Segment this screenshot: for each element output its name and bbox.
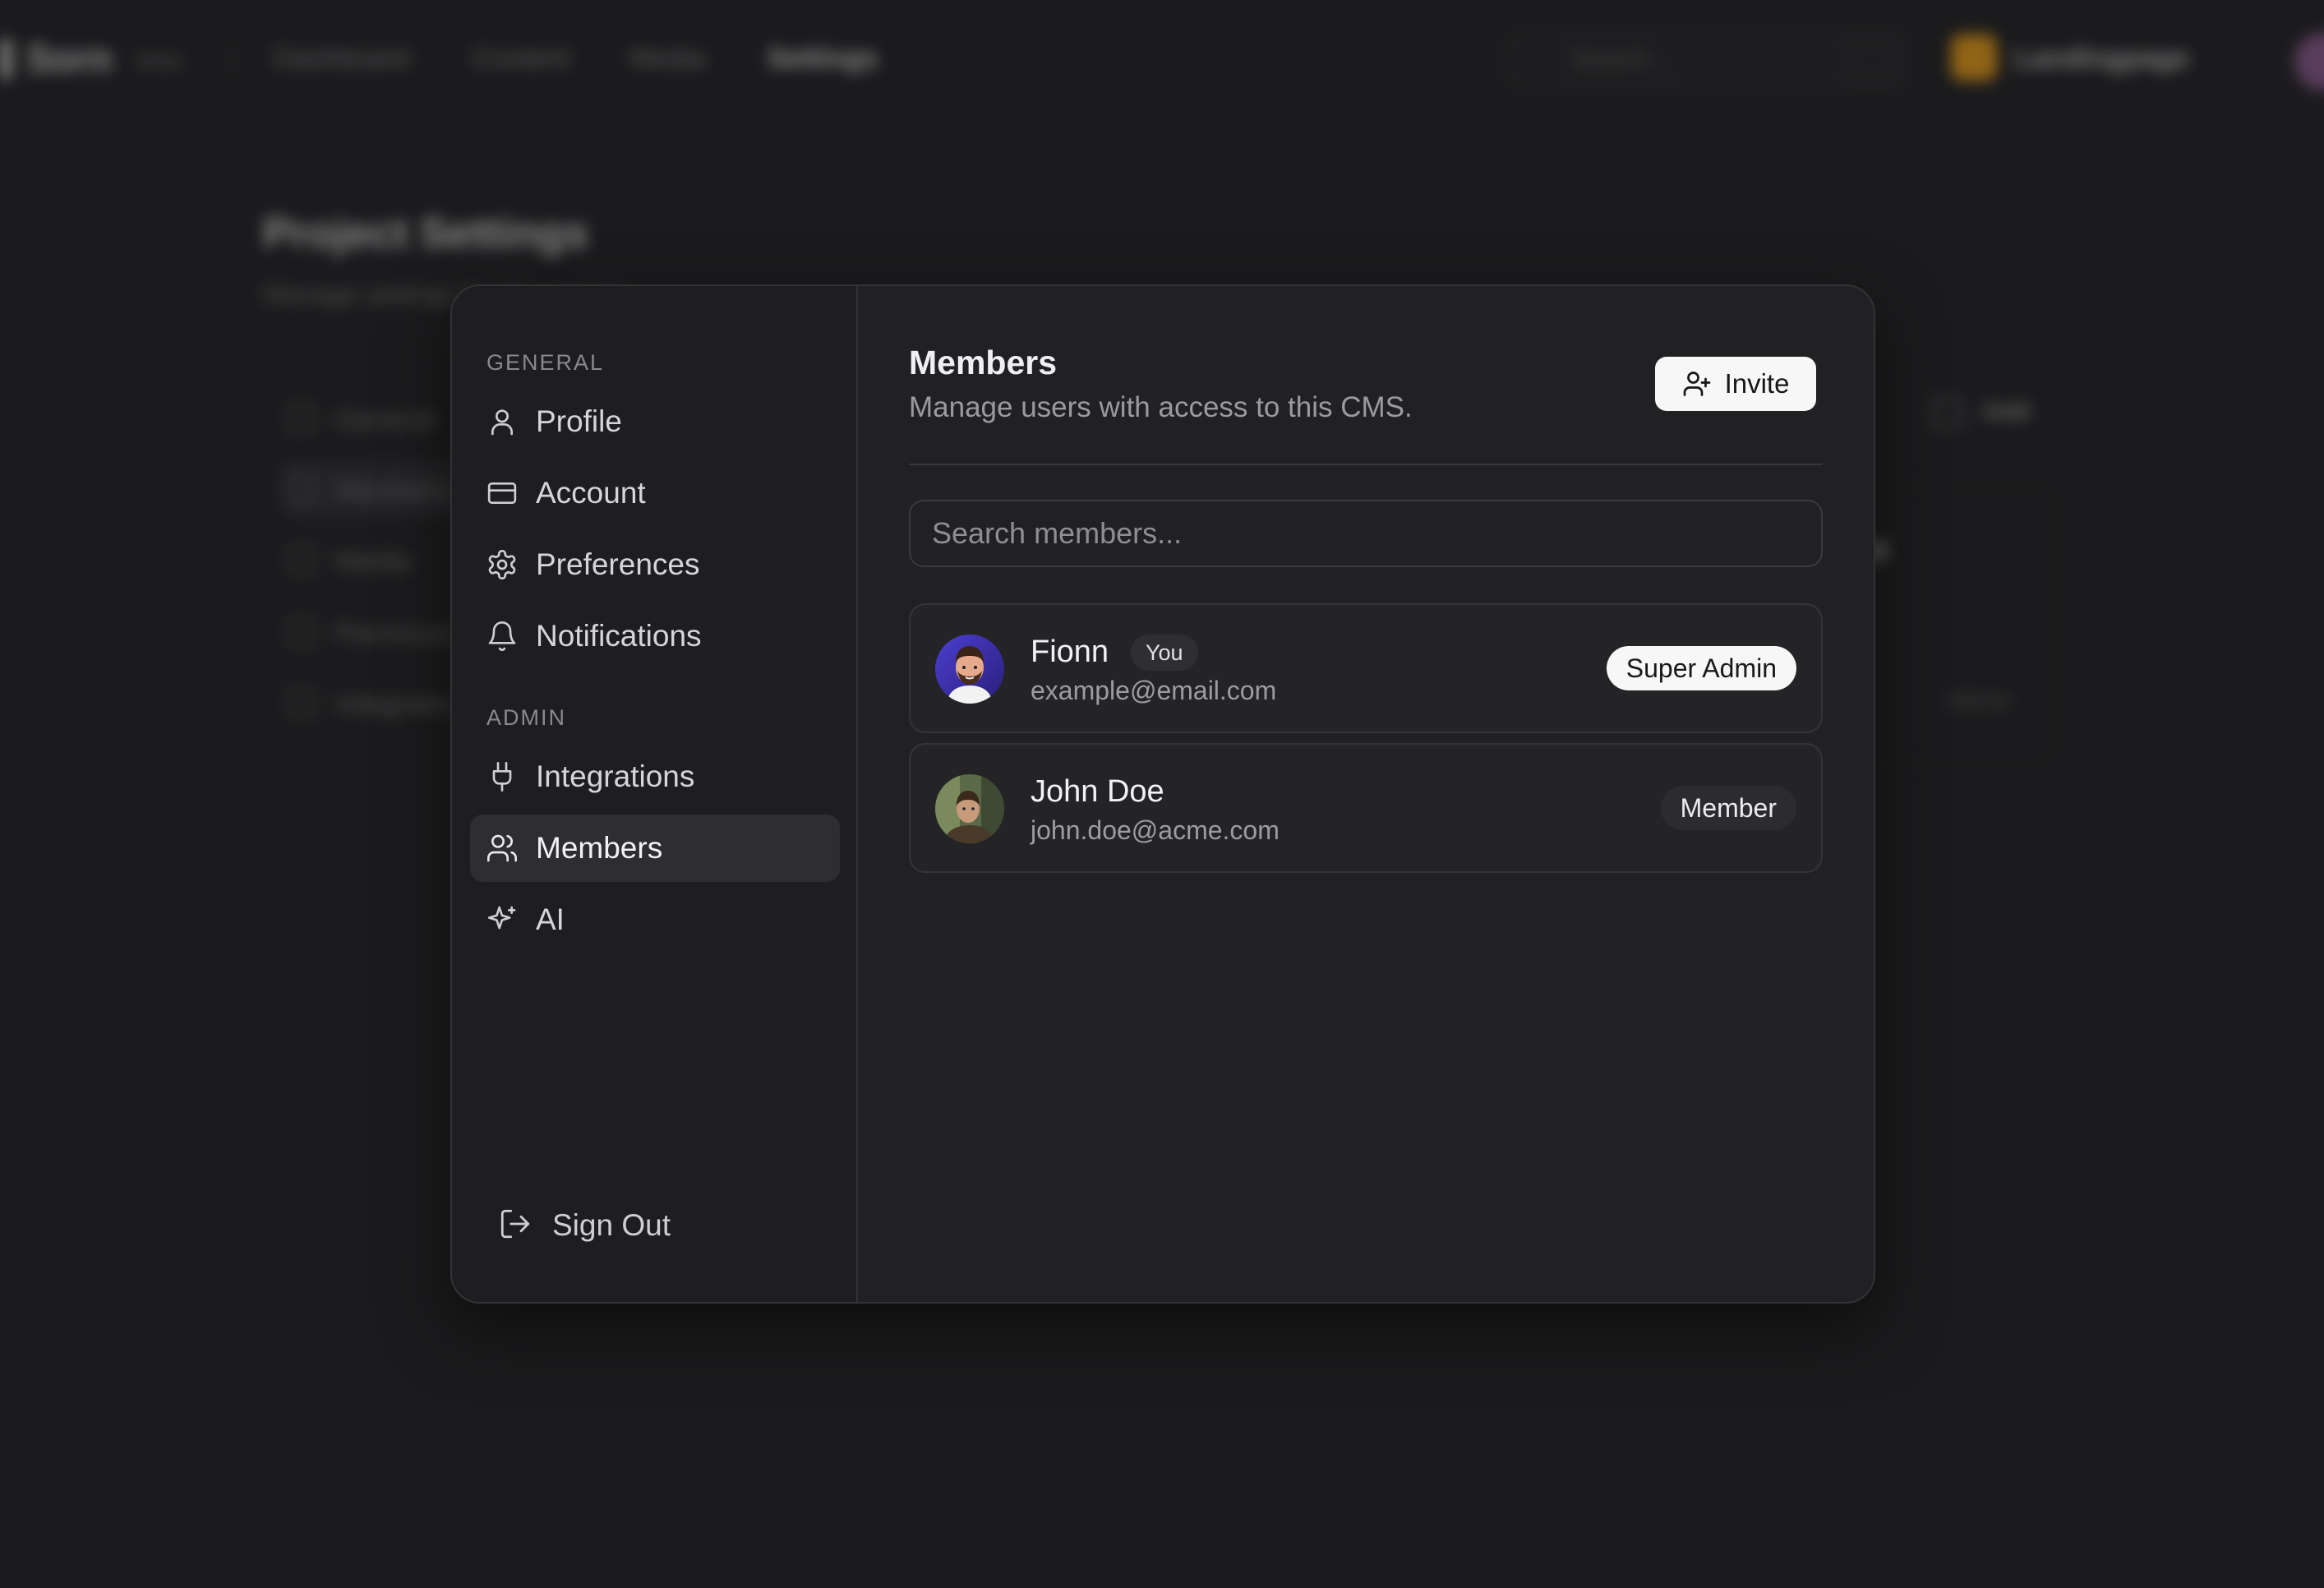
bell-icon [485, 619, 519, 653]
sidebar-item-label: Preferences [536, 547, 700, 581]
avatar [935, 774, 1004, 843]
settings-modal: GENERAL Profile Account Preferences Noti… [450, 284, 1875, 1304]
plus-icon [1933, 398, 1962, 427]
section-label-admin: ADMIN [486, 705, 566, 730]
log-out-icon [498, 1207, 533, 1245]
bg-side-label: Members [335, 475, 452, 506]
sidebar-item-label: Account [536, 476, 646, 510]
nav-settings[interactable]: Settings [768, 43, 878, 75]
bg-side-label: Media [335, 546, 412, 577]
bg-role-label: Admin [1946, 687, 2012, 713]
link-icon [288, 689, 316, 717]
sidebar-item-label: Notifications [536, 619, 702, 653]
sidebar-item-account[interactable]: Account [470, 459, 840, 527]
settings-sidebar: GENERAL Profile Account Preferences Noti… [452, 286, 858, 1302]
divider [909, 464, 1823, 465]
user-avatar[interactable] [2294, 33, 2324, 90]
search-members-input[interactable] [909, 500, 1823, 567]
members-panel: Members Manage users with access to this… [858, 286, 1874, 1302]
sidebar-item-preferences[interactable]: Preferences [470, 531, 840, 598]
sidebar-item-label: Profile [536, 404, 622, 438]
member-name: John Doe [1031, 774, 1164, 809]
bg-add-button[interactable]: Add [1933, 390, 2048, 436]
sidebar-item-integrations[interactable]: Integrations [470, 743, 840, 810]
image-icon [288, 546, 316, 574]
sidebar-item-notifications[interactable]: Notifications [470, 602, 840, 670]
member-row[interactable]: Fionn You example@email.com Super Admin [909, 603, 1823, 733]
sign-out-button[interactable]: Sign Out [498, 1197, 671, 1254]
credit-card-icon [485, 476, 519, 510]
gear-icon [485, 547, 519, 582]
users-icon [288, 475, 316, 503]
brand-sub: beta [136, 48, 182, 73]
avatar [935, 635, 1004, 704]
settings-icon [288, 404, 316, 432]
panel-title: Members [909, 344, 1058, 381]
invite-button[interactable]: Invite [1655, 357, 1816, 411]
users-icon [485, 831, 519, 866]
nav-dashboard[interactable]: Dashboard [273, 43, 409, 75]
user-icon [485, 404, 519, 439]
user-plus-icon [1683, 372, 1710, 396]
divider [232, 43, 233, 76]
member-name: Fionn [1031, 635, 1109, 669]
sidebar-item-label: Integrations [536, 759, 695, 793]
member-row[interactable]: John Doe john.doe@acme.com Member [909, 743, 1823, 873]
nav-media[interactable]: Media [629, 43, 706, 75]
sidebar-item-ai[interactable]: AI [470, 886, 840, 953]
you-badge: You [1131, 635, 1198, 671]
global-search-placeholder: Search... [1571, 46, 1671, 73]
nav-content[interactable]: Content [472, 43, 569, 75]
panel-subtitle: Manage users with access to this CMS. [909, 391, 1413, 423]
bg-add-label: Add [1982, 398, 2031, 425]
sparkles-icon [485, 902, 519, 937]
bg-side-label: General [335, 404, 435, 436]
sidebar-item-label: Members [536, 831, 663, 865]
app-logo [0, 39, 12, 79]
member-email: john.doe@acme.com [1031, 815, 1280, 845]
global-search[interactable]: Search... [1504, 30, 1907, 90]
shortcut-icon [1849, 43, 1890, 79]
section-label-general: GENERAL [486, 350, 605, 375]
invite-label: Invite [1724, 368, 1790, 399]
brand-name: Sorn [26, 37, 113, 80]
member-email: example@email.com [1031, 676, 1277, 705]
sidebar-item-members[interactable]: Members [470, 815, 840, 882]
sign-out-label: Sign Out [552, 1208, 671, 1242]
sidebar-item-profile[interactable]: Profile [470, 388, 840, 455]
role-badge[interactable]: Member [1660, 786, 1796, 830]
org-avatar[interactable] [1951, 35, 1997, 81]
top-bar: Sorn beta Dashboard Content Media Settin… [0, 0, 2324, 120]
org-name[interactable]: Landingpage [2015, 43, 2189, 75]
page-title: Project Settings [263, 210, 588, 257]
role-badge[interactable]: Super Admin [1606, 646, 1796, 690]
lock-icon [288, 618, 316, 646]
sidebar-item-label: AI [536, 902, 565, 936]
plug-icon [485, 759, 519, 794]
